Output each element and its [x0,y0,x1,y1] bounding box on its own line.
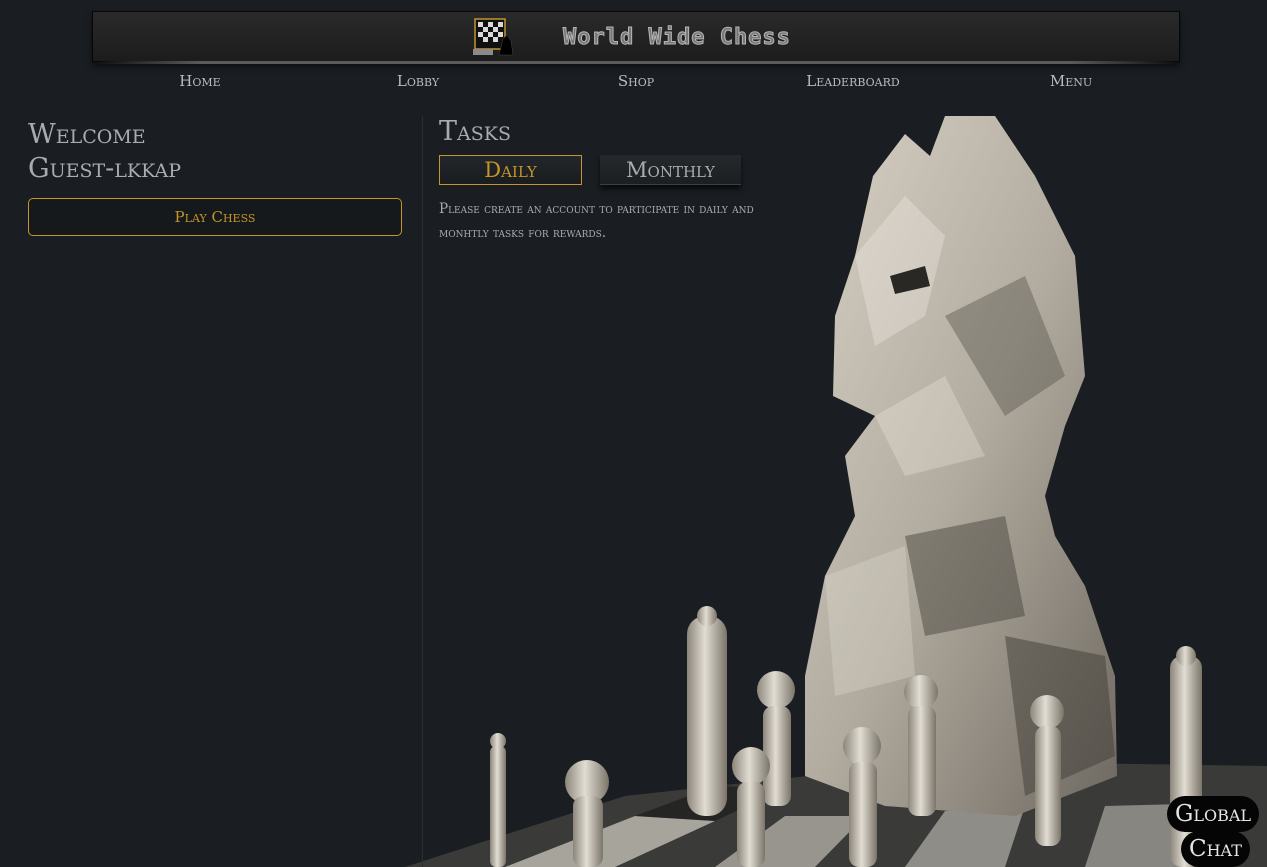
tasks-message: Please create an account to participate … [439,201,754,241]
tasks-panel: Tasks Daily Monthly Please create an acc… [439,116,779,245]
global-chat-button-line2[interactable]: Chat [1181,831,1250,867]
nav-shop[interactable]: Shop [618,72,654,90]
welcome-panel: Welcome Guest-lkkap Play Chess [28,118,402,236]
global-chat-button-line1[interactable]: Global [1167,796,1260,832]
welcome-heading: Welcome [28,119,146,150]
header-underline [93,61,1179,64]
tab-daily[interactable]: Daily [439,155,582,185]
tasks-tabs: Daily Monthly [439,155,779,187]
tab-monthly[interactable]: Monthly [600,155,741,185]
site-header-bar: World Wide Chess [92,11,1180,64]
nav-menu[interactable]: Menu [1050,72,1092,90]
site-title: World Wide Chess [563,25,791,51]
username-label: Guest-lkkap [28,153,182,184]
play-chess-button[interactable]: Play Chess [28,198,402,236]
column-divider [422,116,423,867]
chessboard-logo-icon[interactable] [473,17,515,57]
nav-leaderboard[interactable]: Leaderboard [806,72,899,90]
tasks-title: Tasks [439,116,511,147]
main-nav: Home Lobby Shop Leaderboard Menu [0,72,1267,90]
nav-home[interactable]: Home [179,72,220,90]
nav-lobby[interactable]: Lobby [397,72,439,90]
